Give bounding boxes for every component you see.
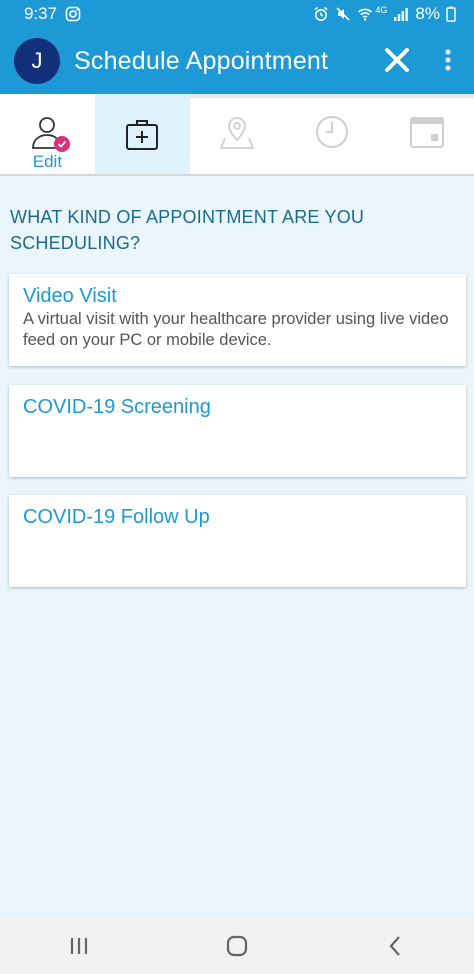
home-button[interactable] xyxy=(207,926,267,966)
more-vertical-icon xyxy=(445,49,451,71)
page-title: Schedule Appointment xyxy=(74,46,329,75)
overflow-menu-button[interactable] xyxy=(438,45,458,75)
tab-time xyxy=(284,94,379,174)
option-title: COVID-19 Screening xyxy=(23,396,211,418)
tab-appointment-type[interactable] xyxy=(94,94,190,174)
option-description: A virtual visit with your healthcare pro… xyxy=(23,310,449,349)
step-tabs: Edit xyxy=(0,94,474,176)
appointment-type-question: WHAT KIND OF APPOINTMENT ARE YOU SCHEDUL… xyxy=(10,207,365,253)
tab-label-edit: Edit xyxy=(32,152,63,171)
close-button[interactable] xyxy=(382,45,412,75)
tab-location xyxy=(190,94,285,174)
status-bar: 9:37 4G 8% xyxy=(0,0,474,28)
system-nav-bar xyxy=(0,918,474,974)
battery-percent: 8% xyxy=(415,4,440,23)
tab-date xyxy=(379,94,474,174)
back-button[interactable] xyxy=(365,926,425,966)
option-title: Video Visit xyxy=(23,285,117,307)
check-badge xyxy=(54,136,70,152)
wifi-icon xyxy=(357,6,373,22)
back-icon xyxy=(389,936,400,956)
calendar-icon xyxy=(409,117,444,148)
check-icon xyxy=(57,140,67,148)
recent-apps-button[interactable] xyxy=(49,926,109,966)
app-bar: J Schedule Appointment xyxy=(0,28,474,94)
instagram-icon xyxy=(65,6,81,22)
map-pin-icon xyxy=(219,117,255,149)
option-title: COVID-19 Follow Up xyxy=(23,506,210,528)
recent-apps-icon xyxy=(70,938,88,954)
home-icon xyxy=(226,935,248,957)
tab-edit-profile[interactable]: Edit xyxy=(0,94,95,174)
signal-icon xyxy=(393,6,409,22)
mute-icon xyxy=(335,6,351,22)
close-icon xyxy=(385,48,409,72)
medical-kit-icon xyxy=(126,120,159,150)
option-video-visit[interactable]: Video Visit A virtual visit with your he… xyxy=(9,274,466,366)
network-type: 4G xyxy=(375,5,388,15)
option-covid-follow-up[interactable]: COVID-19 Follow Up xyxy=(9,495,466,587)
avatar[interactable]: J xyxy=(14,38,60,84)
status-time: 9:37 xyxy=(24,4,58,23)
alarm-icon xyxy=(313,6,329,22)
battery-icon xyxy=(446,6,456,22)
clock-icon xyxy=(315,116,348,148)
option-covid-screening[interactable]: COVID-19 Screening xyxy=(9,385,466,477)
